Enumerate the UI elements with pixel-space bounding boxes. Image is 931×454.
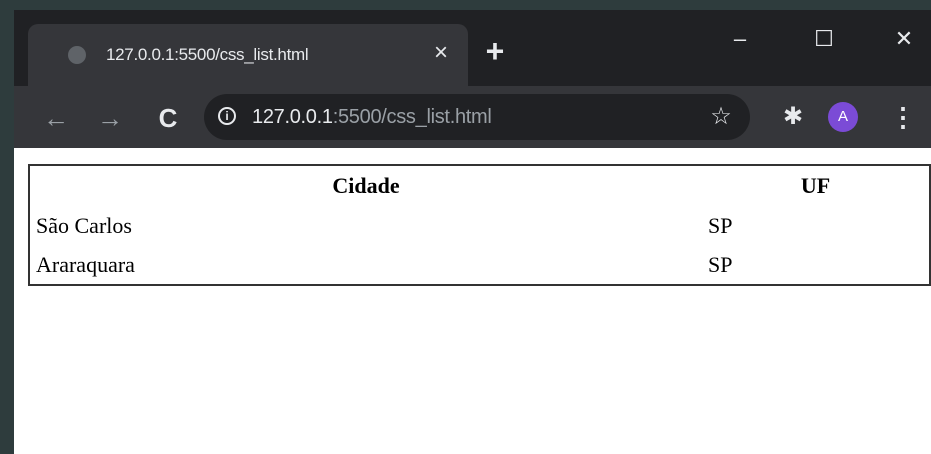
cell-uf: SP bbox=[708, 251, 733, 277]
close-window-button[interactable]: ✕ bbox=[884, 22, 924, 56]
city-table: Cidade UF São Carlos SP Araraquara SP bbox=[28, 164, 931, 286]
table-row: Araraquara SP bbox=[30, 245, 929, 284]
address-bar[interactable]: i 127.0.0.1:5500/css_list.html ☆ bbox=[204, 94, 750, 140]
browser-menu-icon[interactable]: ⋮ bbox=[890, 100, 916, 134]
tab-close-icon[interactable]: × bbox=[426, 38, 456, 68]
url-host: 127.0.0.1 bbox=[252, 106, 333, 128]
screenshot-frame: 127.0.0.1:5500/css_list.html × + – ☐ ✕ ←… bbox=[0, 0, 931, 454]
forward-arrow-icon[interactable]: → bbox=[92, 100, 128, 136]
url-path: :5500/css_list.html bbox=[332, 106, 492, 128]
bookmark-star-icon[interactable]: ☆ bbox=[706, 102, 736, 132]
maximize-button[interactable]: ☐ bbox=[804, 22, 844, 56]
globe-icon bbox=[68, 46, 86, 64]
title-bar: 127.0.0.1:5500/css_list.html × + – ☐ ✕ bbox=[14, 10, 931, 86]
reload-icon[interactable]: C bbox=[150, 100, 186, 136]
cell-uf: SP bbox=[708, 212, 733, 238]
minimize-button[interactable]: – bbox=[720, 22, 760, 56]
header-cidade: Cidade bbox=[332, 173, 400, 198]
header-uf: UF bbox=[800, 173, 831, 198]
cell-cidade: Araraquara bbox=[36, 251, 135, 277]
browser-window: 127.0.0.1:5500/css_list.html × + – ☐ ✕ ←… bbox=[14, 10, 931, 454]
tab-title: 127.0.0.1:5500/css_list.html bbox=[106, 45, 309, 64]
extensions-puzzle-icon[interactable]: ✱ bbox=[776, 100, 810, 134]
profile-avatar[interactable]: A bbox=[828, 102, 858, 132]
site-info-icon[interactable]: i bbox=[218, 107, 236, 125]
page-viewport: Cidade UF São Carlos SP Araraquara SP bbox=[14, 148, 931, 454]
back-arrow-icon[interactable]: ← bbox=[38, 100, 74, 136]
table-row: São Carlos SP bbox=[30, 206, 929, 245]
new-tab-button[interactable]: + bbox=[478, 34, 512, 68]
url-text[interactable]: 127.0.0.1:5500/css_list.html bbox=[252, 94, 492, 140]
table-header-row: Cidade UF bbox=[30, 166, 929, 206]
cell-cidade: São Carlos bbox=[36, 212, 132, 238]
browser-tab[interactable]: 127.0.0.1:5500/css_list.html × bbox=[28, 24, 468, 86]
browser-toolbar: ← → C i 127.0.0.1:5500/css_list.html ☆ ✱… bbox=[14, 86, 931, 148]
